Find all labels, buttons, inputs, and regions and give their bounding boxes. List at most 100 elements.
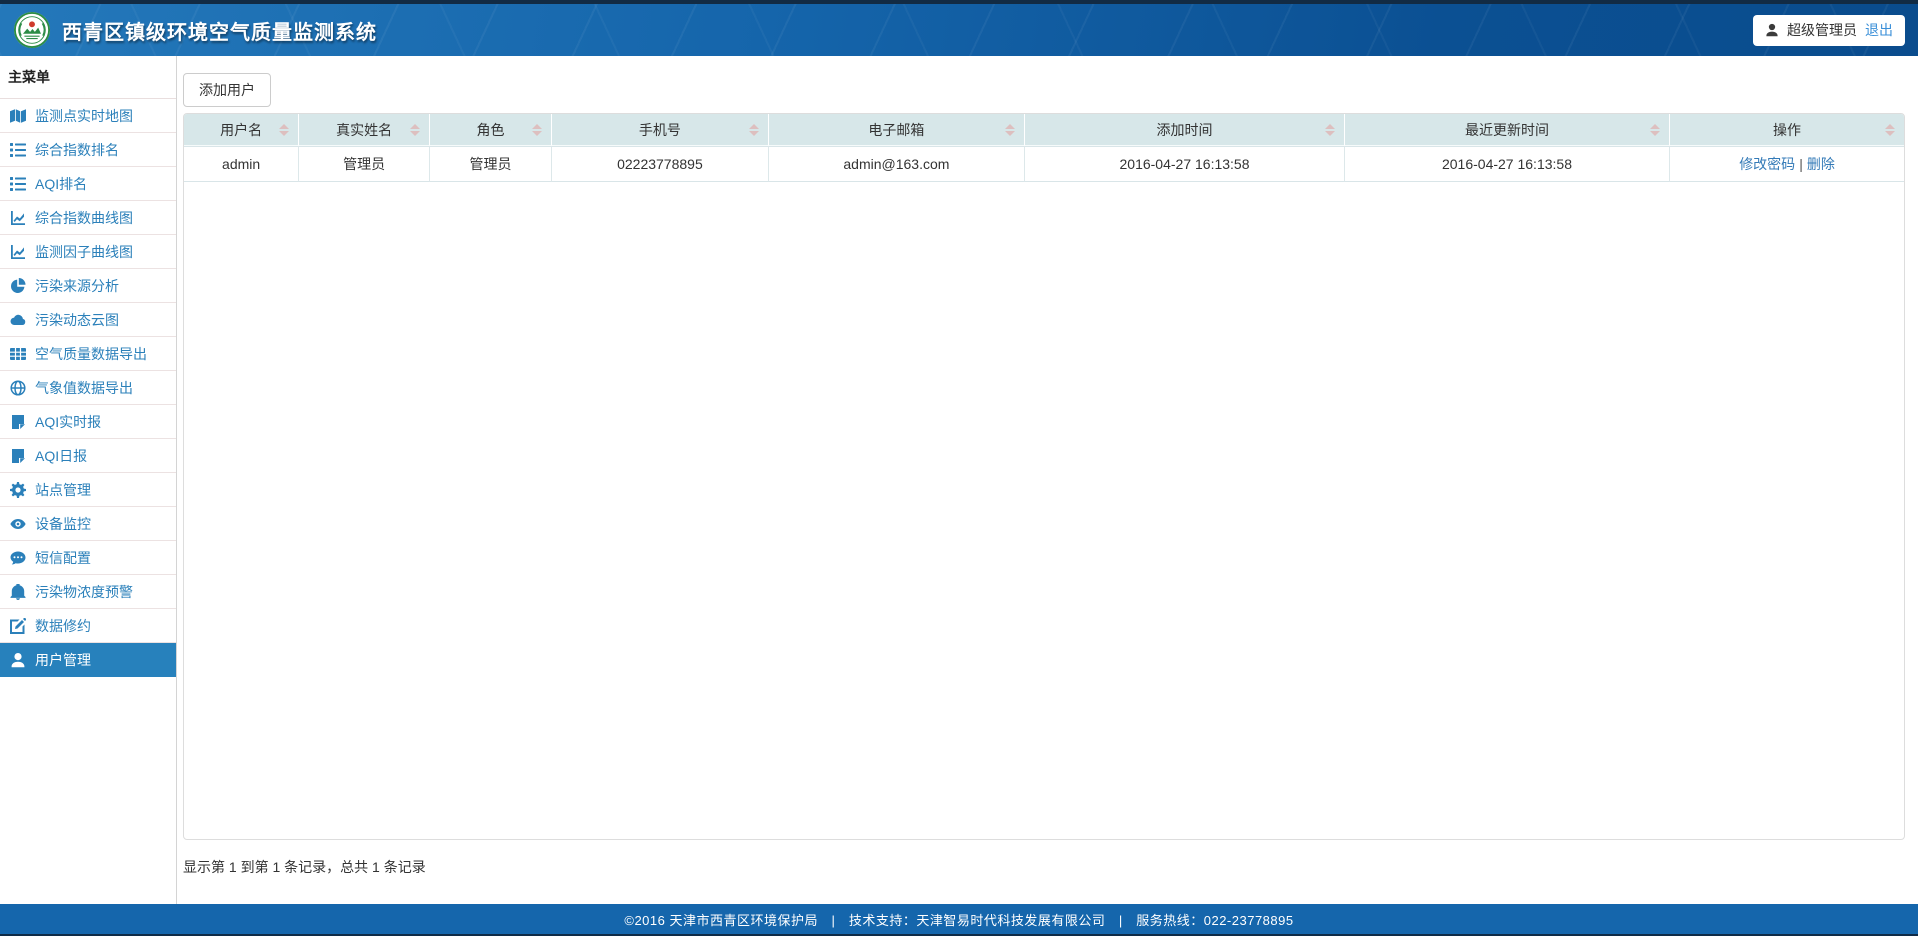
sidebar-item-aqi-daily-report[interactable]: AQI日报	[0, 439, 176, 473]
action-divider: |	[1799, 156, 1803, 172]
table-row: admin 管理员 管理员 02223778895 admin@163.com …	[184, 146, 1904, 182]
sidebar-item-label: 空气质量数据导出	[35, 344, 147, 364]
column-label: 角色	[477, 122, 505, 138]
sidebar-item-device-monitoring[interactable]: 设备监控	[0, 507, 176, 541]
sidebar-item-pollutant-alert[interactable]: 污染物浓度预警	[0, 575, 176, 609]
delete-link[interactable]: 删除	[1807, 156, 1835, 172]
sort-icon	[1650, 124, 1660, 136]
line-chart-icon	[10, 244, 26, 260]
cell-real-name: 管理员	[299, 146, 430, 182]
header-bar: 西青区镇级环境空气质量监测系统 超级管理员 退出	[0, 4, 1918, 56]
sort-icon	[1005, 124, 1015, 136]
sidebar-item-label: 站点管理	[35, 480, 91, 500]
add-user-button[interactable]: 添加用户	[183, 73, 271, 107]
column-label: 用户名	[220, 122, 262, 138]
cell-username: admin	[184, 146, 299, 182]
eye-icon	[10, 516, 26, 532]
sidebar-item-label: AQI实时报	[35, 412, 101, 432]
sidebar-item-label: AQI日报	[35, 446, 87, 466]
sidebar-item-label: 设备监控	[35, 514, 91, 534]
sidebar-item-label: 监测因子曲线图	[35, 242, 133, 262]
globe-icon	[10, 380, 26, 396]
sort-icon	[1885, 124, 1895, 136]
app-title: 西青区镇级环境空气质量监测系统	[62, 16, 377, 45]
sidebar-item-label: 用户管理	[35, 650, 91, 670]
user-box: 超级管理员 退出	[1753, 15, 1905, 46]
list-ol-icon	[10, 142, 26, 158]
sidebar-item-composite-index-curve[interactable]: 综合指数曲线图	[0, 201, 176, 235]
list-ol-icon	[10, 176, 26, 192]
cell-phone: 02223778895	[552, 146, 769, 182]
column-header-email[interactable]: 电子邮箱	[769, 114, 1025, 146]
sort-icon	[749, 124, 759, 136]
sort-icon	[279, 124, 289, 136]
brand: 西青区镇级环境空气质量监测系统	[13, 11, 377, 49]
cell-role: 管理员	[430, 146, 552, 182]
user-icon	[10, 652, 26, 668]
cloud-icon	[10, 312, 26, 328]
footer-bar: ©2016 天津市西青区环境保护局 | 技术支持：天津智易时代科技发展有限公司 …	[0, 904, 1918, 934]
sidebar-item-sms-config[interactable]: 短信配置	[0, 541, 176, 575]
sidebar-item-pollution-cloud-map[interactable]: 污染动态云图	[0, 303, 176, 337]
sidebar-item-label: 监测点实时地图	[35, 106, 133, 126]
sidebar-item-label: AQI排名	[35, 174, 87, 194]
page-footer: ©2016 天津市西青区环境保护局 | 技术支持：天津智易时代科技发展有限公司 …	[0, 904, 1918, 936]
cell-created-at: 2016-04-27 16:13:58	[1025, 146, 1345, 182]
column-header-phone[interactable]: 手机号	[552, 114, 769, 146]
column-header-actions[interactable]: 操作	[1670, 114, 1904, 146]
column-label: 操作	[1773, 122, 1801, 138]
map-icon	[10, 108, 26, 124]
sidebar-item-label: 气象值数据导出	[35, 378, 133, 398]
users-table: 用户名 真实姓名 角色 手机号 电子邮箱 添加时间 最近更新时间 操作 admi…	[184, 114, 1904, 182]
environment-protection-logo-icon	[13, 11, 51, 49]
sidebar-item-station-management[interactable]: 站点管理	[0, 473, 176, 507]
sidebar-item-data-revision[interactable]: 数据修约	[0, 609, 176, 643]
sidebar-item-air-quality-export[interactable]: 空气质量数据导出	[0, 337, 176, 371]
main-content: 添加用户 用户名 真实姓名 角色 手机号 电子邮箱 添加时间 最近更新时间	[177, 56, 1918, 904]
column-label: 电子邮箱	[868, 122, 924, 138]
bell-icon	[10, 584, 26, 600]
note-icon	[10, 448, 26, 464]
note-icon	[10, 414, 26, 430]
cell-actions: 修改密码|删除	[1670, 146, 1904, 182]
sidebar: 主菜单 监测点实时地图 综合指数排名 AQI排名 综合指数曲线图 监测因子曲线图	[0, 56, 177, 904]
column-header-username[interactable]: 用户名	[184, 114, 299, 146]
sidebar-item-factor-curve[interactable]: 监测因子曲线图	[0, 235, 176, 269]
sidebar-item-pollution-source-analysis[interactable]: 污染来源分析	[0, 269, 176, 303]
sidebar-item-aqi-realtime-report[interactable]: AQI实时报	[0, 405, 176, 439]
sidebar-menu: 监测点实时地图 综合指数排名 AQI排名 综合指数曲线图 监测因子曲线图 污染来	[0, 99, 176, 677]
cell-updated-at: 2016-04-27 16:13:58	[1345, 146, 1670, 182]
column-header-created-at[interactable]: 添加时间	[1025, 114, 1345, 146]
column-header-updated-at[interactable]: 最近更新时间	[1345, 114, 1670, 146]
sidebar-heading: 主菜单	[0, 56, 176, 99]
table-header-row: 用户名 真实姓名 角色 手机号 电子邮箱 添加时间 最近更新时间 操作	[184, 114, 1904, 146]
sidebar-item-user-management[interactable]: 用户管理	[0, 643, 176, 677]
sidebar-item-label: 污染来源分析	[35, 276, 119, 296]
change-password-link[interactable]: 修改密码	[1739, 156, 1795, 172]
column-header-real-name[interactable]: 真实姓名	[299, 114, 430, 146]
sidebar-item-weather-export[interactable]: 气象值数据导出	[0, 371, 176, 405]
column-label: 添加时间	[1157, 122, 1213, 138]
current-user-name: 超级管理员	[1787, 20, 1857, 40]
pagination-summary: 显示第 1 到第 1 条记录，总共 1 条记录	[183, 857, 1905, 877]
sidebar-item-label: 污染物浓度预警	[35, 582, 133, 602]
sidebar-item-label: 短信配置	[35, 548, 91, 568]
gear-icon	[10, 482, 26, 498]
sort-icon	[1325, 124, 1335, 136]
column-header-role[interactable]: 角色	[430, 114, 552, 146]
sidebar-item-realtime-map[interactable]: 监测点实时地图	[0, 99, 176, 133]
pie-chart-icon	[10, 278, 26, 294]
cell-email: admin@163.com	[769, 146, 1025, 182]
sidebar-item-label: 综合指数曲线图	[35, 208, 133, 228]
sidebar-item-label: 综合指数排名	[35, 140, 119, 160]
line-chart-icon	[10, 210, 26, 226]
column-label: 手机号	[639, 122, 681, 138]
sidebar-item-composite-index-ranking[interactable]: 综合指数排名	[0, 133, 176, 167]
comment-icon	[10, 550, 26, 566]
sidebar-item-aqi-ranking[interactable]: AQI排名	[0, 167, 176, 201]
sort-icon	[532, 124, 542, 136]
column-label: 真实姓名	[336, 122, 392, 138]
sort-icon	[410, 124, 420, 136]
logout-link[interactable]: 退出	[1865, 20, 1893, 40]
footer-text: ©2016 天津市西青区环境保护局 | 技术支持：天津智易时代科技发展有限公司 …	[624, 910, 1293, 929]
